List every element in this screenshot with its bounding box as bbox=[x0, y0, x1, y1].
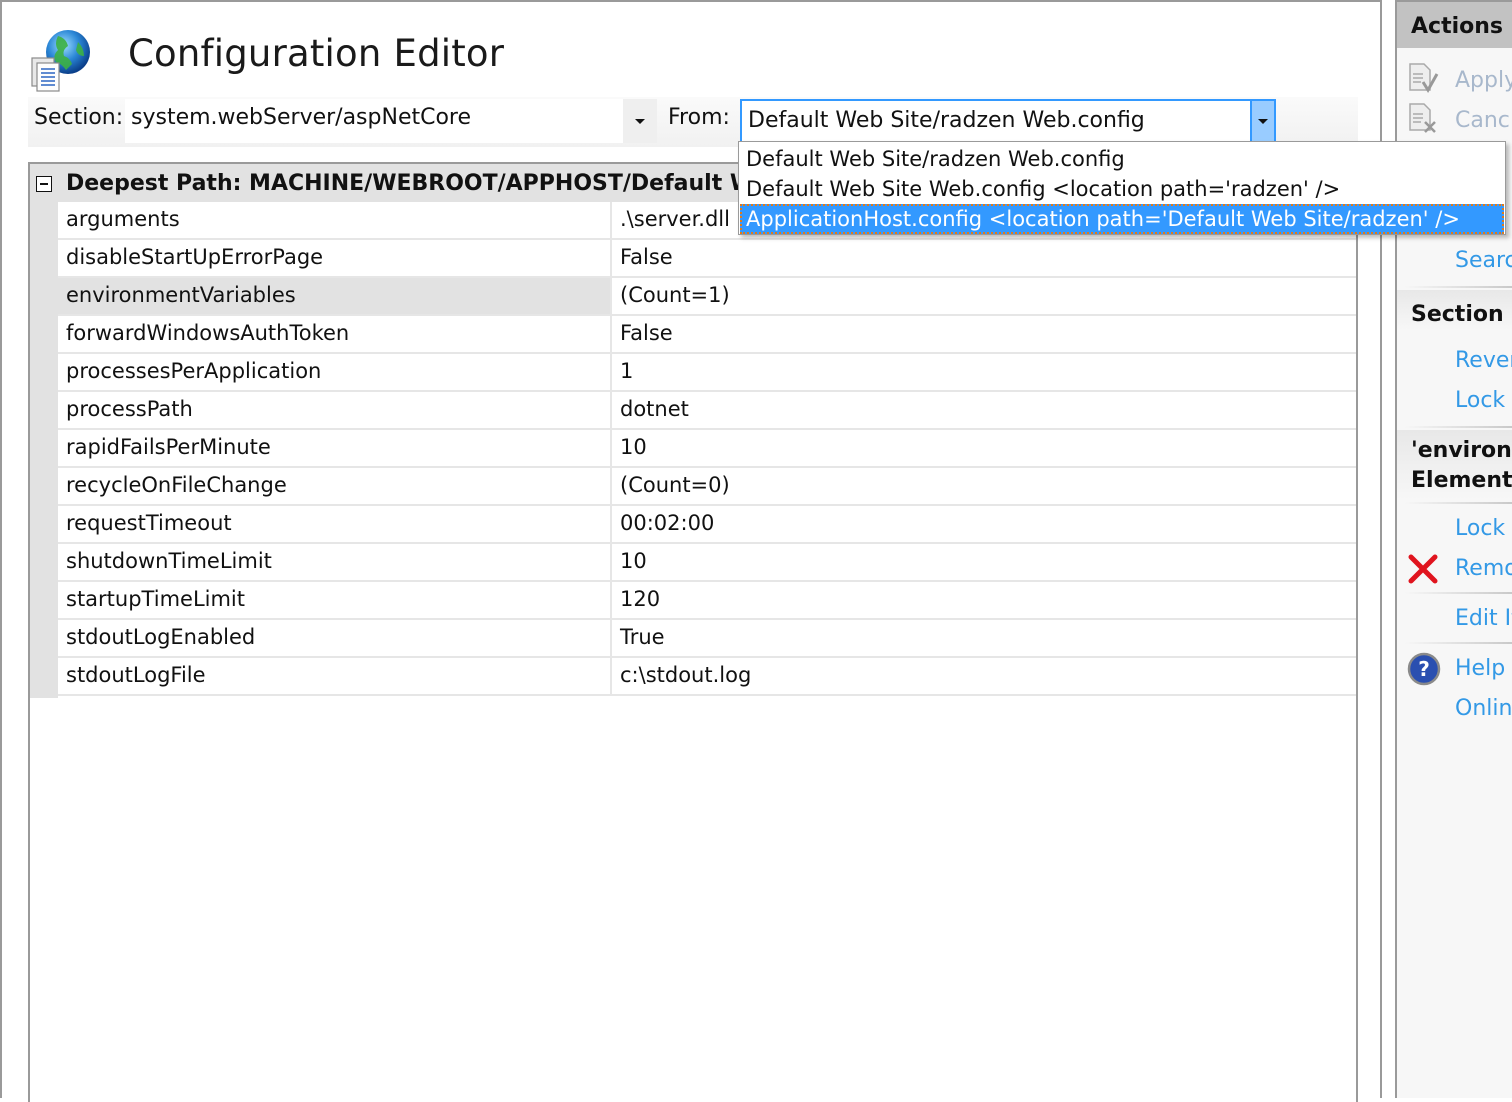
property-value[interactable]: False bbox=[614, 240, 673, 276]
property-name: requestTimeout bbox=[58, 506, 612, 542]
property-name: environmentVariables bbox=[58, 278, 612, 314]
section-label: Section: bbox=[34, 105, 124, 130]
table-row[interactable]: disableStartUpErrorPage False bbox=[58, 240, 1356, 278]
search-configuration-action[interactable]: Searc bbox=[1455, 248, 1512, 273]
dropdown-option[interactable]: Default Web Site/radzen Web.config bbox=[740, 144, 1504, 174]
table-row[interactable]: stdoutLogFile c:\stdout.log bbox=[58, 658, 1356, 696]
section-toolbar: Section: system.webServer/aspNetCore Fro… bbox=[28, 97, 1358, 147]
property-name: shutdownTimeLimit bbox=[58, 544, 612, 580]
apply-action[interactable]: Apply bbox=[1455, 68, 1512, 93]
property-rows: arguments .\server.dll disableStartUpErro… bbox=[58, 202, 1356, 696]
help-icon: ? bbox=[1407, 652, 1441, 686]
svg-text:?: ? bbox=[1418, 657, 1430, 681]
table-row[interactable]: rapidFailsPerMinute 10 bbox=[58, 430, 1356, 468]
element-group-title-line1: 'environn bbox=[1411, 438, 1512, 463]
from-dropdown-button[interactable] bbox=[1250, 101, 1274, 141]
property-value[interactable]: 120 bbox=[614, 582, 660, 618]
table-row[interactable]: processPath dotnet bbox=[58, 392, 1356, 430]
property-value[interactable]: dotnet bbox=[614, 392, 689, 428]
actions-title: Actions bbox=[1411, 14, 1503, 39]
property-value[interactable]: 10 bbox=[614, 544, 647, 580]
chevron-down-icon bbox=[1258, 118, 1268, 124]
property-value[interactable]: 1 bbox=[614, 354, 633, 390]
collapse-icon[interactable] bbox=[36, 176, 52, 192]
online-help-action[interactable]: Onlin bbox=[1455, 696, 1512, 721]
from-combobox[interactable]: Default Web Site/radzen Web.config bbox=[740, 99, 1276, 143]
property-name: processesPerApplication bbox=[58, 354, 612, 390]
property-name: startupTimeLimit bbox=[58, 582, 612, 618]
from-label: From: bbox=[668, 105, 730, 130]
lock-section-action[interactable]: Lock bbox=[1455, 388, 1505, 413]
from-value: Default Web Site/radzen Web.config bbox=[748, 108, 1145, 133]
separator bbox=[1405, 286, 1512, 288]
section-group-title: Section bbox=[1411, 302, 1504, 327]
element-group-title-line2: Element bbox=[1411, 468, 1512, 493]
table-row-selected[interactable]: environmentVariables (Count=1) bbox=[58, 278, 1356, 316]
separator bbox=[1405, 642, 1512, 644]
table-row[interactable]: requestTimeout 00:02:00 bbox=[58, 506, 1356, 544]
table-row[interactable]: forwardWindowsAuthToken False bbox=[58, 316, 1356, 354]
property-name: stdoutLogFile bbox=[58, 658, 612, 694]
property-value[interactable]: 00:02:00 bbox=[614, 506, 714, 542]
property-value[interactable]: .\server.dll bbox=[614, 202, 730, 238]
separator bbox=[1405, 426, 1512, 428]
dropdown-option-highlighted[interactable]: ApplicationHost.config <location path='D… bbox=[740, 204, 1504, 234]
property-value[interactable]: False bbox=[614, 316, 673, 352]
page-title: Configuration Editor bbox=[128, 32, 505, 75]
separator bbox=[1405, 592, 1512, 594]
section-value: system.webServer/aspNetCore bbox=[131, 105, 472, 130]
actions-header: Actions bbox=[1397, 2, 1512, 48]
table-row[interactable]: stdoutLogEnabled True bbox=[58, 620, 1356, 658]
property-name: disableStartUpErrorPage bbox=[58, 240, 612, 276]
cancel-icon bbox=[1409, 103, 1436, 133]
group-title: Deepest Path: MACHINE/WEBROOT/APPHOST/De… bbox=[66, 171, 785, 196]
apply-icon bbox=[1409, 63, 1439, 93]
table-row[interactable]: recycleOnFileChange (Count=0) bbox=[58, 468, 1356, 506]
table-row[interactable]: shutdownTimeLimit 10 bbox=[58, 544, 1356, 582]
cancel-action[interactable]: Canc bbox=[1455, 108, 1510, 133]
property-value[interactable]: (Count=0) bbox=[614, 468, 730, 504]
remove-action[interactable]: Remo bbox=[1455, 556, 1512, 581]
separator bbox=[1405, 502, 1512, 504]
lock-element-action[interactable]: Lock bbox=[1455, 516, 1505, 541]
section-combobox[interactable]: system.webServer/aspNetCore bbox=[125, 99, 657, 143]
property-name: recycleOnFileChange bbox=[58, 468, 612, 504]
row-gutter bbox=[30, 202, 58, 698]
property-grid: Deepest Path: MACHINE/WEBROOT/APPHOST/De… bbox=[28, 162, 1358, 1102]
chevron-down-icon bbox=[635, 118, 645, 124]
section-dropdown-button[interactable] bbox=[623, 99, 657, 143]
dropdown-option[interactable]: Default Web Site Web.config <location pa… bbox=[740, 174, 1504, 204]
help-action[interactable]: Help bbox=[1455, 656, 1505, 681]
table-row[interactable]: startupTimeLimit 120 bbox=[58, 582, 1356, 620]
table-row[interactable]: processesPerApplication 1 bbox=[58, 354, 1356, 392]
property-name: forwardWindowsAuthToken bbox=[58, 316, 612, 352]
property-name: rapidFailsPerMinute bbox=[58, 430, 612, 466]
property-value[interactable]: c:\stdout.log bbox=[614, 658, 751, 694]
remove-icon bbox=[1408, 554, 1438, 584]
property-value[interactable]: 10 bbox=[614, 430, 647, 466]
globe-document-icon bbox=[31, 30, 90, 92]
from-dropdown-list: Default Web Site/radzen Web.config Defau… bbox=[738, 141, 1506, 235]
property-name: processPath bbox=[58, 392, 612, 428]
property-name: stdoutLogEnabled bbox=[58, 620, 612, 656]
property-value[interactable]: True bbox=[614, 620, 665, 656]
revert-to-parent-action[interactable]: Rever bbox=[1455, 348, 1512, 373]
property-value[interactable]: (Count=1) bbox=[614, 278, 730, 314]
property-name: arguments bbox=[58, 202, 612, 238]
edit-items-action[interactable]: Edit It bbox=[1455, 606, 1512, 631]
